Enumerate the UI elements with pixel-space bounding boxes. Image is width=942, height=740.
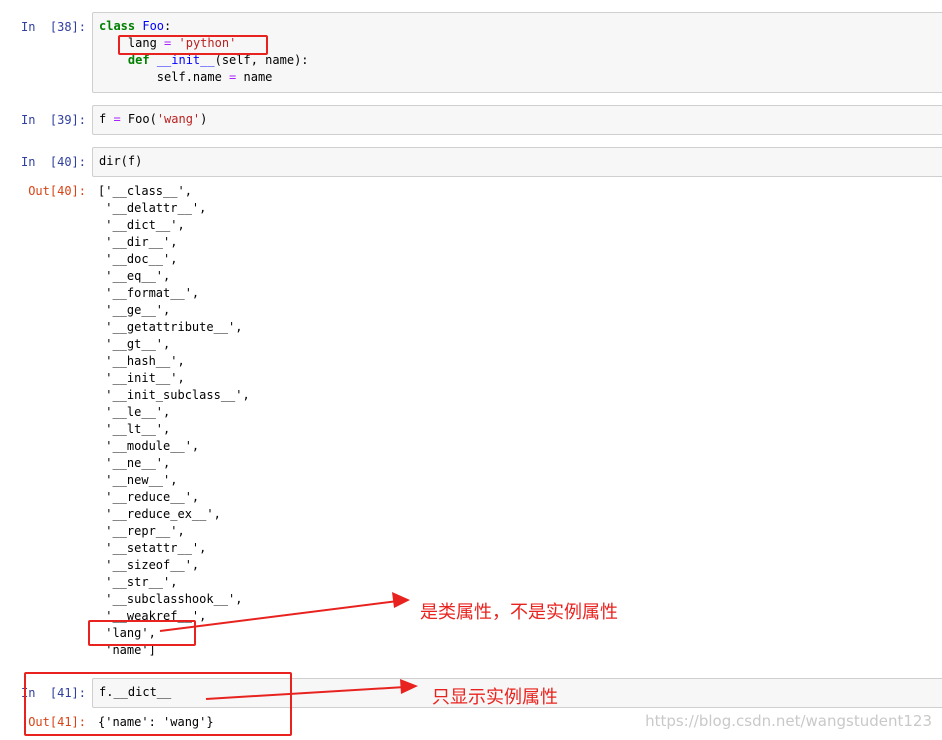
code-token: class bbox=[99, 19, 143, 33]
highlight-box-lang bbox=[118, 35, 268, 55]
code-line: class Foo: bbox=[99, 18, 936, 35]
output-line: '__init_subclass__', bbox=[98, 388, 250, 402]
code-token: Foo bbox=[142, 19, 165, 33]
arrow-head-1 bbox=[392, 592, 410, 608]
output-line: '__module__', bbox=[98, 439, 200, 453]
code-block: dir(f) bbox=[99, 153, 936, 170]
output-line: '__dict__', bbox=[98, 218, 185, 232]
output-line: '__le__', bbox=[98, 405, 171, 419]
code-token: name bbox=[236, 70, 273, 84]
output-line: '__getattribute__', bbox=[98, 320, 243, 334]
output-line: '__new__', bbox=[98, 473, 178, 487]
code-token: dir(f) bbox=[99, 154, 143, 168]
code-token: f bbox=[99, 112, 114, 126]
output-line: '__repr__', bbox=[98, 524, 185, 538]
code-token: __init__ bbox=[156, 53, 215, 67]
code-token: ) bbox=[200, 112, 208, 126]
output-line: '__reduce__', bbox=[98, 490, 200, 504]
output-line: '__format__', bbox=[98, 286, 200, 300]
code-token: = bbox=[113, 112, 121, 126]
cell-40-code-input[interactable]: dir(f) bbox=[92, 147, 942, 177]
cell-40-output: ['__class__', '__delattr__', '__dict__',… bbox=[98, 183, 250, 659]
highlight-box-lang-output bbox=[88, 620, 196, 646]
code-token: (self, name): bbox=[214, 53, 309, 67]
output-line: '__hash__', bbox=[98, 354, 185, 368]
code-block: f = Foo('wang') bbox=[99, 111, 936, 128]
code-token: self.name bbox=[99, 70, 230, 84]
cell-39-in-prompt: In [39]: bbox=[20, 113, 86, 127]
instance-attribute-note: 只显示实例属性 bbox=[432, 687, 558, 708]
code-line: dir(f) bbox=[99, 153, 936, 170]
output-line: '__str__', bbox=[98, 575, 178, 589]
output-line: '__init__', bbox=[98, 371, 185, 385]
output-line: '__eq__', bbox=[98, 269, 171, 283]
cell-39-code-input[interactable]: f = Foo('wang') bbox=[92, 105, 942, 135]
code-token: Foo( bbox=[120, 112, 157, 126]
output-line: '__subclasshook__', bbox=[98, 592, 243, 606]
output-line: '__reduce_ex__', bbox=[98, 507, 221, 521]
output-line: '__ge__', bbox=[98, 303, 171, 317]
output-line: '__lt__', bbox=[98, 422, 171, 436]
class-attribute-note: 是类属性，不是实例属性 bbox=[420, 602, 618, 623]
watermark-text: https://blog.csdn.net/wangstudent123 bbox=[645, 712, 932, 730]
code-token: : bbox=[164, 19, 172, 33]
code-line: self.name = name bbox=[99, 69, 936, 86]
output-line: '__ne__', bbox=[98, 456, 171, 470]
output-lines: ['__class__', '__delattr__', '__dict__',… bbox=[98, 183, 250, 659]
code-line: f = Foo('wang') bbox=[99, 111, 936, 128]
output-line: '__setattr__', bbox=[98, 541, 207, 555]
output-line: '__gt__', bbox=[98, 337, 171, 351]
output-line: '__doc__', bbox=[98, 252, 178, 266]
output-line: '__sizeof__', bbox=[98, 558, 200, 572]
output-line: '__dir__', bbox=[98, 235, 178, 249]
code-token: 'wang' bbox=[156, 112, 201, 126]
highlight-box-cell-41 bbox=[24, 672, 292, 736]
cell-38-in-prompt: In [38]: bbox=[20, 20, 86, 34]
output-line: ['__class__', bbox=[98, 184, 192, 198]
cell-40-out-prompt: Out[40]: bbox=[28, 184, 86, 198]
cell-40-in-prompt: In [40]: bbox=[20, 155, 86, 169]
code-token: def bbox=[127, 53, 157, 67]
output-line: '__delattr__', bbox=[98, 201, 207, 215]
